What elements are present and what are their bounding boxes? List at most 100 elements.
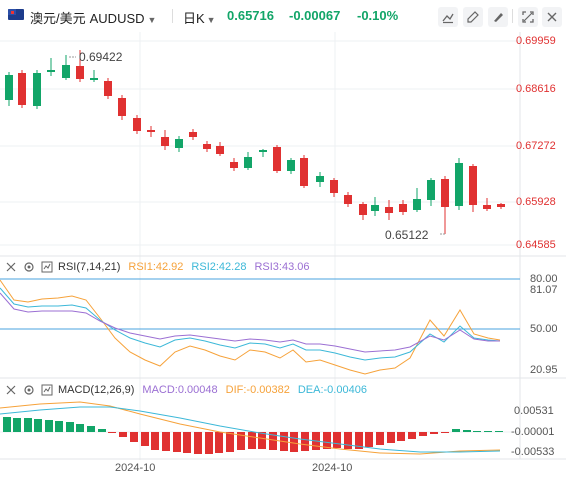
macd-bar [323,432,331,449]
macd-bar [452,429,460,432]
macd-bar [376,432,384,445]
price-axis-label: 0.65928 [516,196,556,208]
macd-histogram [3,417,503,454]
macd-axis-label: 0.00531 [514,405,554,417]
date-axis-label: 2024-10 [312,462,353,474]
chart-settings-icon[interactable] [40,383,54,397]
candle-body [483,205,491,209]
collapse-icon[interactable] [4,260,18,274]
macd-bar [301,432,309,451]
macd-bar [141,432,149,446]
candlestick-series [5,50,505,234]
candle-body [62,65,70,78]
candle-body [469,166,477,205]
candle-body [273,147,281,171]
macd-bar [344,432,352,449]
macd-bar [365,432,373,447]
macd-bar [45,420,53,432]
candle-body [330,180,338,193]
candle-body [175,139,183,148]
candle-body [104,81,112,96]
candle-body [147,130,155,132]
macd-bar [473,431,481,432]
candle-body [76,66,84,79]
macd-bar [76,424,84,432]
price-axis-label: 0.68616 [516,83,556,95]
rsi-title: RSI(7,14,21) [58,261,121,273]
macd-bar [248,432,256,449]
candle-body [203,144,211,149]
macd-bar [108,432,116,433]
candle-body [497,204,505,207]
candle-body [118,98,126,116]
candle-body [316,176,324,182]
rsi-lines [0,279,501,375]
macd-bar [3,417,11,432]
macd-bar [226,432,234,452]
candle-body [287,160,295,171]
macd-bar [258,432,266,449]
candle-body [259,150,267,152]
dif-value: DIF:-0.00382 [225,384,290,396]
macd-bar [24,418,32,432]
macd-bar [66,422,74,432]
candle-body [230,162,238,168]
candle-body [244,157,252,168]
candle-body [427,180,435,200]
date-axis-label: 2024-10 [115,462,156,474]
rsi-axis-label: 50.00 [530,323,558,335]
macd-bar [408,432,416,439]
macd-bar [13,418,21,432]
price-axis-label: 0.67272 [516,140,556,152]
macd-bar [387,432,395,443]
candle-body [189,132,197,137]
macd-bar [215,432,223,453]
candle-body [413,199,421,210]
rsi2-value: RSI2:42.28 [191,261,247,273]
candle-body [441,179,449,207]
candle-body [371,205,379,211]
gear-icon[interactable] [22,260,36,274]
candle-body [455,163,463,206]
dea-value: DEA:-0.00406 [297,384,367,396]
candle-body [90,78,98,80]
price-axis-label: 0.64585 [516,239,556,251]
candle-body [399,204,407,212]
high-price-marker: 0.69422 [79,50,123,64]
macd-bar [151,432,159,450]
macd-bar [441,432,449,433]
candle-body [216,146,224,154]
macd-bar [130,432,138,442]
macd-title: MACD(12,26,9) [58,384,135,396]
macd-bar [463,430,471,432]
low-price-marker: 0.65122 [385,228,429,242]
macd-bar [183,432,191,453]
collapse-icon[interactable] [4,383,18,397]
macd-bar [419,432,427,436]
macd-bar [484,431,492,432]
chart-canvas[interactable] [0,0,566,482]
macd-bar [162,432,170,451]
candle-body [33,73,41,106]
macd-bar [34,419,42,432]
candle-body [300,158,308,186]
price-axis-label: 0.69959 [516,35,556,47]
macd-bar [87,426,95,432]
candle-body [133,118,141,131]
chart-settings-icon[interactable] [40,260,54,274]
macd-value: MACD:0.00048 [142,384,218,396]
macd-bar [194,432,202,454]
gear-icon[interactable] [22,383,36,397]
rsi2-line [0,287,501,361]
macd-bar [173,432,181,452]
macd-axis-label: -0.00001 [511,426,555,438]
rsi-axis-label: 81.07 [530,284,558,296]
rsi-axis-label: 20.95 [530,364,558,376]
macd-bar [119,432,127,437]
rsi-header: RSI(7,14,21) RSI1:42.92 RSI2:42.28 RSI3:… [4,259,318,275]
candle-body [385,207,393,213]
rsi1-value: RSI1:42.92 [128,261,184,273]
candle-body [47,70,55,72]
rsi1-line [0,279,501,375]
rsi3-value: RSI3:43.06 [254,261,310,273]
